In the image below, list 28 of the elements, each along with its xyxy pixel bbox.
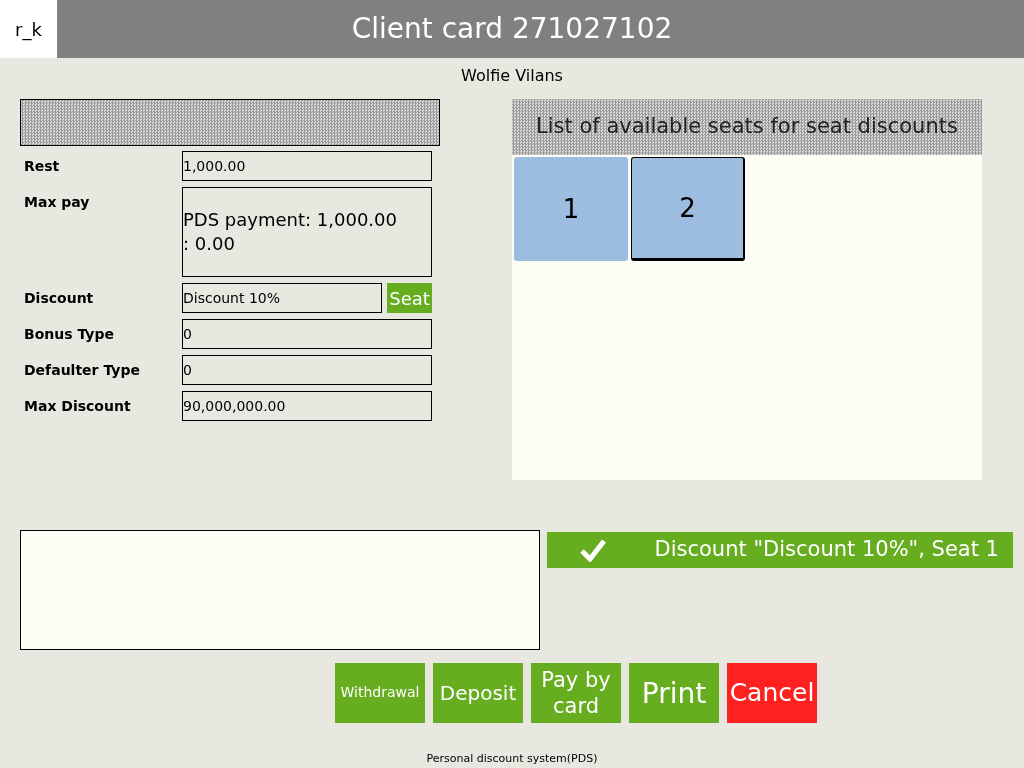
footer-text: Personal discount system(PDS) <box>426 751 598 767</box>
field-value: 1,000.00 <box>182 151 432 181</box>
field-value: Discount 10% <box>182 283 382 313</box>
cancel-button[interactable]: Cancel <box>727 663 817 723</box>
seat-button[interactable]: 2 <box>631 157 745 261</box>
action-button[interactable]: Deposit <box>433 663 523 723</box>
text-area[interactable] <box>20 530 540 650</box>
action-button[interactable]: Print <box>629 663 719 723</box>
check-icon <box>579 538 607 562</box>
field-label: Max pay <box>23 193 91 212</box>
status-text: Discount "Discount 10%", Seat 1 <box>654 536 999 564</box>
field-label: Discount <box>23 289 95 308</box>
field-value: PDS payment: 1,000.00 : 0.00 <box>182 187 432 277</box>
seats-panel-header: List of available seats for seat discounts <box>512 99 982 155</box>
seat-button[interactable]: Seat <box>387 283 432 313</box>
field-label: Defaulter Type <box>23 361 141 380</box>
field-value: 0 <box>182 355 432 385</box>
seat-button[interactable]: 1 <box>514 157 628 261</box>
action-button[interactable]: Pay by card <box>531 663 621 723</box>
window-title: Client card 271027102 <box>351 11 673 47</box>
client-name: Wolfie Vilans <box>461 65 563 87</box>
logo: r_k <box>0 0 57 58</box>
field-label: Max Discount <box>23 397 132 416</box>
field-label: Bonus Type <box>23 325 115 344</box>
action-button[interactable]: Withdrawal <box>335 663 425 723</box>
field-value: 90,000,000.00 <box>182 391 432 421</box>
field-value: 0 <box>182 319 432 349</box>
field-label: Rest <box>23 157 61 176</box>
